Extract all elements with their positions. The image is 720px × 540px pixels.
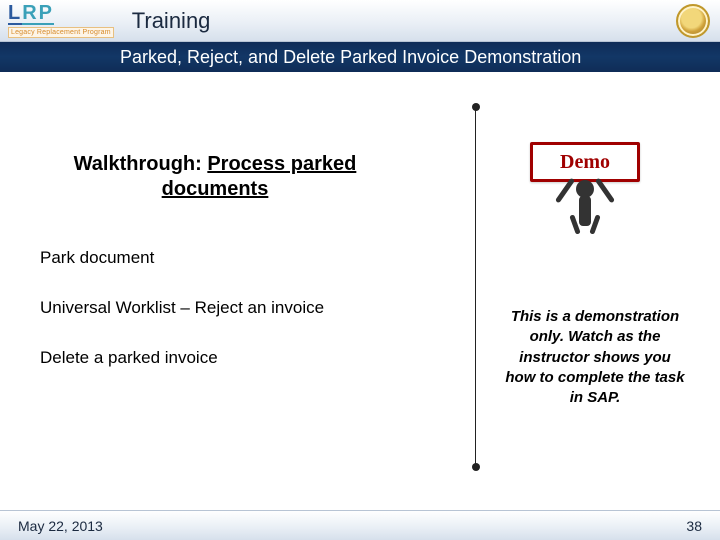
demo-note: This is a demonstration only. Watch as t… bbox=[505, 307, 685, 408]
header-bar: LRP Legacy Replacement Program Training bbox=[0, 0, 720, 42]
bullet-item-2: Universal Worklist – Reject an invoice bbox=[40, 297, 324, 319]
lrp-logo: LRP Legacy Replacement Program bbox=[8, 3, 114, 38]
walkthrough-heading: Walkthrough: Process parked documents bbox=[30, 152, 400, 202]
bullet-item-3: Delete a parked invoice bbox=[40, 347, 324, 369]
lrp-logo-rp: RP bbox=[22, 3, 54, 25]
lrp-logo-l: L bbox=[8, 3, 22, 25]
bullet-list: Park document Universal Worklist – Rejec… bbox=[40, 247, 324, 397]
demo-graphic: Demo bbox=[510, 142, 660, 257]
stick-figure-icon bbox=[555, 176, 615, 246]
footer-date: May 22, 2013 bbox=[18, 518, 103, 534]
vertical-divider bbox=[475, 107, 476, 467]
footer-bar: May 22, 2013 38 bbox=[0, 510, 720, 540]
lrp-logo-subtitle: Legacy Replacement Program bbox=[8, 27, 114, 38]
subtitle-text: Parked, Reject, and Delete Parked Invoic… bbox=[120, 47, 581, 68]
subtitle-bar: Parked, Reject, and Delete Parked Invoic… bbox=[0, 42, 720, 72]
walkthrough-prefix: Walkthrough: bbox=[74, 153, 208, 175]
seal-icon bbox=[676, 4, 710, 38]
bullet-item-1: Park document bbox=[40, 247, 324, 269]
content-area: Walkthrough: Process parked documents Pa… bbox=[0, 72, 720, 502]
lrp-logo-text: LRP bbox=[8, 3, 114, 25]
footer-page-number: 38 bbox=[686, 518, 702, 534]
page-title: Training bbox=[132, 8, 211, 34]
